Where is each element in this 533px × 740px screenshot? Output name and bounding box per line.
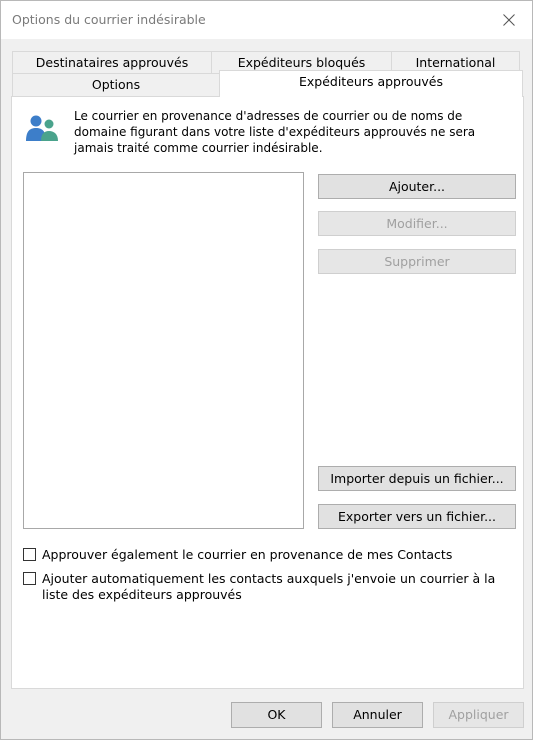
approve-contacts-label[interactable]: Approuver également le courrier en prove… <box>42 547 522 563</box>
add-button[interactable]: Ajouter... <box>318 174 516 199</box>
auto-add-recipients-row: Ajouter automatiquement les contacts aux… <box>23 571 513 605</box>
info-description: Le courrier en provenance d'adresses de … <box>74 109 476 155</box>
import-from-file-button[interactable]: Importer depuis un fichier... <box>318 466 516 491</box>
safe-senders-list[interactable] <box>23 172 304 529</box>
close-button[interactable] <box>486 1 532 39</box>
edit-button[interactable]: Modifier... <box>318 211 516 236</box>
tab-expediteurs-approuves[interactable]: Expéditeurs approuvés <box>219 70 523 97</box>
people-icon <box>26 115 58 141</box>
tab-destinataires-approuves[interactable]: Destinataires approuvés <box>12 51 212 74</box>
export-to-file-button[interactable]: Exporter vers un fichier... <box>318 504 516 529</box>
close-icon <box>503 14 515 26</box>
safe-senders-panel: Le courrier en provenance d'adresses de … <box>11 96 524 689</box>
tab-label: International <box>415 55 496 70</box>
remove-button[interactable]: Supprimer <box>318 249 516 274</box>
auto-add-recipients-label[interactable]: Ajouter automatiquement les contacts aux… <box>42 571 522 603</box>
tab-options[interactable]: Options <box>12 73 220 96</box>
tab-label: Expéditeurs approuvés <box>298 74 444 89</box>
window-title: Options du courrier indésirable <box>12 12 206 27</box>
apply-button[interactable]: Appliquer <box>433 702 524 728</box>
approve-contacts-row: Approuver également le courrier en prove… <box>23 547 513 565</box>
ok-button[interactable]: OK <box>231 702 322 728</box>
tab-label: Expéditeurs bloqués <box>237 55 366 70</box>
approve-contacts-checkbox[interactable] <box>23 548 36 561</box>
title-bar: Options du courrier indésirable <box>1 1 532 39</box>
auto-add-recipients-checkbox[interactable] <box>23 572 36 585</box>
cancel-button[interactable]: Annuler <box>332 702 423 728</box>
junk-email-options-dialog: Options du courrier indésirable Destinat… <box>0 0 533 740</box>
tab-label: Options <box>91 77 141 92</box>
tab-label: Destinataires approuvés <box>35 55 189 70</box>
